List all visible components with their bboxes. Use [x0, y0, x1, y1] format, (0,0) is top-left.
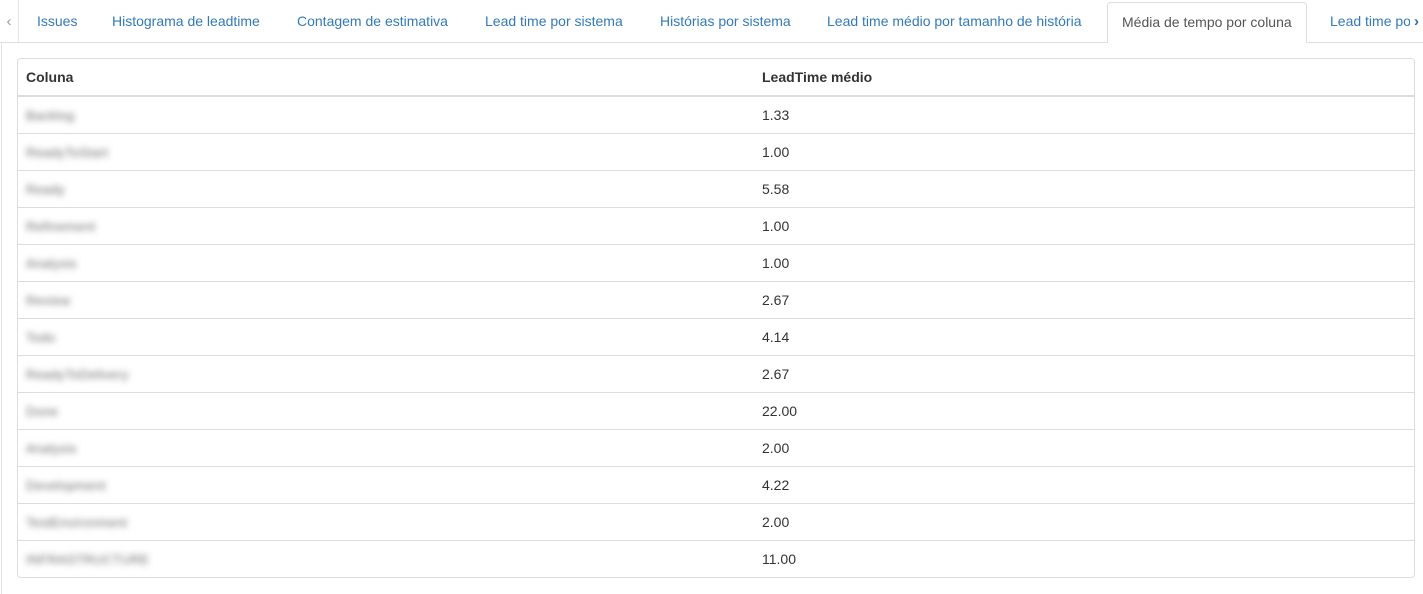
column-name: INFRASTRUCTURE: [26, 551, 150, 567]
tab-media-de-tempo-por-coluna[interactable]: Média de tempo por coluna: [1107, 2, 1307, 43]
content-left-border: [1, 43, 2, 594]
cell-leadtime-medio: 22.00: [754, 391, 1414, 429]
table-row: TestEnvironment 2.00: [18, 502, 1414, 540]
cell-coluna: Review: [18, 280, 754, 318]
column-name: ReadyToDelivery: [26, 366, 129, 382]
column-name: Analysis: [26, 440, 77, 456]
table-row: Ready 5.58: [18, 169, 1414, 207]
cell-leadtime-medio: 2.00: [754, 428, 1414, 466]
tab-lead-time-por-partial[interactable]: Lead time po: [1330, 0, 1410, 43]
table-row: Done 22.00: [18, 391, 1414, 429]
column-header-coluna[interactable]: Coluna: [18, 59, 754, 97]
cell-leadtime-medio: 2.67: [754, 280, 1414, 318]
cell-coluna: Todo: [18, 317, 754, 355]
tab-issues[interactable]: Issues: [37, 0, 77, 43]
cell-leadtime-medio: 5.58: [754, 169, 1414, 207]
cell-leadtime-medio: 1.00: [754, 132, 1414, 170]
cell-coluna: INFRASTRUCTURE: [18, 539, 754, 577]
tab-histograma-de-leadtime[interactable]: Histograma de leadtime: [112, 0, 260, 43]
cell-coluna: Backlog: [18, 96, 754, 133]
table-row: Todo 4.14: [18, 317, 1414, 355]
table-row: Analysis 2.00: [18, 428, 1414, 466]
column-name: Analysis: [26, 255, 77, 271]
column-header-leadtime-medio[interactable]: LeadTime médio: [754, 59, 1414, 97]
cell-coluna: Done: [18, 391, 754, 429]
column-name: Refinement: [26, 218, 96, 234]
cell-coluna: Analysis: [18, 243, 754, 281]
table-row: Review 2.67: [18, 280, 1414, 318]
column-name: Todo: [26, 329, 56, 345]
leadtime-by-column-table-panel: Coluna LeadTime médio Backlog 1.33 ReadyTo…: [17, 58, 1415, 578]
column-name: Ready: [26, 181, 66, 197]
table-row: Backlog 1.33: [18, 96, 1414, 133]
tab-lead-time-por-sistema[interactable]: Lead time por sistema: [485, 0, 623, 43]
column-name: Done: [26, 403, 59, 419]
tab-historias-por-sistema[interactable]: Histórias por sistema: [660, 0, 791, 43]
column-name: Review: [26, 292, 71, 308]
table-row: ReadyToDelivery 2.67: [18, 354, 1414, 392]
column-name: TestEnvironment: [26, 514, 128, 530]
table-header-row: Coluna LeadTime médio: [18, 59, 1414, 97]
table-row: Analysis 1.00: [18, 243, 1414, 281]
column-name: Backlog: [26, 107, 75, 123]
cell-coluna: TestEnvironment: [18, 502, 754, 540]
tab-lead-time-medio-por-tamanho[interactable]: Lead time médio por tamanho de história: [827, 0, 1081, 43]
table-row: Development 4.22: [18, 465, 1414, 503]
cell-coluna: ReadyToDelivery: [18, 354, 754, 392]
cell-leadtime-medio: 11.00: [754, 539, 1414, 577]
tab-contagem-de-estimativa[interactable]: Contagem de estimativa: [297, 0, 448, 43]
cell-leadtime-medio: 2.00: [754, 502, 1414, 540]
cell-coluna: Development: [18, 465, 754, 503]
cell-leadtime-medio: 4.22: [754, 465, 1414, 503]
cell-leadtime-medio: 2.67: [754, 354, 1414, 392]
tab-list: Issues Histograma de leadtime Contagem d…: [19, 0, 1410, 43]
table-row: Refinement 1.00: [18, 206, 1414, 244]
table-row: INFRASTRUCTURE 11.00: [18, 539, 1414, 577]
chevron-right-icon[interactable]: ›: [1410, 0, 1423, 42]
tab-bar: ‹ Issues Histograma de leadtime Contagem…: [0, 0, 1423, 43]
leadtime-by-column-table: Coluna LeadTime médio Backlog 1.33 ReadyTo…: [18, 59, 1414, 577]
chevron-left-icon[interactable]: ‹: [0, 0, 19, 42]
cell-leadtime-medio: 1.33: [762, 106, 790, 123]
table-row: ReadyToStart 1.00: [18, 132, 1414, 170]
cell-coluna: Ready: [18, 169, 754, 207]
column-name: ReadyToStart: [26, 144, 109, 160]
cell-coluna: ReadyToStart: [18, 132, 754, 170]
cell-coluna: Refinement: [18, 206, 754, 244]
cell-leadtime-medio: 4.14: [754, 317, 1414, 355]
table-body: Backlog 1.33 ReadyToStart 1.00 Ready 5.58 Refi…: [18, 96, 1414, 577]
cell-coluna: Analysis: [18, 428, 754, 466]
column-name: Development: [26, 477, 106, 493]
cell-leadtime-medio: 1.00: [754, 243, 1414, 281]
cell-leadtime-medio: 1.00: [754, 206, 1414, 244]
